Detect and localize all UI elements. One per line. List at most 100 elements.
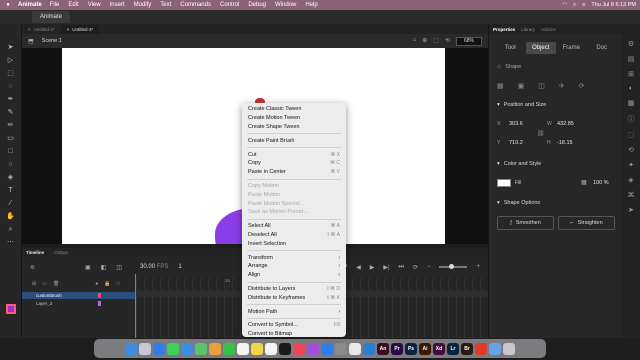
last-frame-icon[interactable]: ⏭ bbox=[399, 264, 404, 271]
menu-motion-path[interactable]: Motion Path › bbox=[242, 307, 346, 316]
app-store-icon[interactable] bbox=[321, 342, 333, 355]
scene-name[interactable]: Scene 1 bbox=[42, 38, 62, 44]
app-title-tab[interactable]: Animate bbox=[32, 11, 71, 23]
code-icon[interactable]: ⌘ bbox=[628, 191, 635, 199]
xd-icon[interactable]: Xd bbox=[433, 342, 445, 355]
safari-icon[interactable] bbox=[153, 342, 165, 355]
photoshop-icon[interactable]: Ps bbox=[405, 342, 417, 355]
menu-create-paint-brush[interactable]: Create Paint Brush bbox=[242, 136, 346, 145]
fill-alpha[interactable]: 100 % bbox=[593, 180, 609, 186]
lasso-tool-icon[interactable]: ◌ bbox=[6, 83, 16, 91]
illustrator-icon[interactable]: Ai bbox=[419, 342, 431, 355]
menu-transform[interactable]: Transform › bbox=[242, 253, 346, 262]
menu-text[interactable]: Text bbox=[160, 2, 171, 8]
layer-row[interactable]: custombrush bbox=[22, 292, 136, 299]
assets-icon[interactable]: ✦ bbox=[628, 161, 634, 169]
menu-control[interactable]: Control bbox=[220, 2, 239, 8]
oval-tool-icon[interactable]: ○ bbox=[6, 161, 16, 169]
selection-tool-icon[interactable]: ➤ bbox=[6, 44, 16, 52]
zoom-level-select[interactable]: 68% bbox=[456, 36, 482, 46]
photos-icon[interactable] bbox=[209, 342, 221, 355]
position-size-section[interactable]: ▾ Position and Size bbox=[497, 102, 546, 108]
bridge-icon[interactable]: Br bbox=[461, 342, 473, 355]
zoom-in-timeline-icon[interactable]: + bbox=[476, 264, 480, 270]
break-apart-icon[interactable]: ▦ bbox=[497, 82, 504, 90]
y-field[interactable]: 710.2 bbox=[509, 140, 523, 146]
brush-tool-icon[interactable]: ✎ bbox=[6, 109, 16, 117]
zoom-out-timeline-icon[interactable]: − bbox=[427, 264, 431, 270]
punch-icon[interactable]: ✈ bbox=[559, 82, 565, 90]
menu-insert[interactable]: Insert bbox=[110, 2, 125, 8]
shape-options-section[interactable]: ▾ Shape Options bbox=[497, 200, 540, 206]
menu-create-motion-tween[interactable]: Create Motion Tween bbox=[242, 114, 346, 123]
outline-icon[interactable]: □ bbox=[117, 281, 120, 287]
center-stage-icon[interactable]: ⊕ bbox=[422, 37, 427, 46]
color-icon[interactable]: ◐ bbox=[629, 85, 633, 92]
swatches-icon[interactable]: ▦ bbox=[628, 99, 635, 107]
finder-icon[interactable] bbox=[125, 342, 137, 355]
x-field[interactable]: 303.6 bbox=[509, 121, 523, 127]
pencil-tool-icon[interactable]: ✏ bbox=[6, 122, 16, 130]
text-tool-icon[interactable]: T bbox=[6, 187, 16, 195]
library-icon[interactable]: ▤ bbox=[628, 55, 635, 63]
notes-icon[interactable] bbox=[251, 342, 263, 355]
properties-icon[interactable]: ⚙ bbox=[628, 40, 634, 48]
lock-icon[interactable]: 🔒 bbox=[104, 281, 110, 287]
messages-icon[interactable] bbox=[167, 342, 179, 355]
doc-tab-untitled-3[interactable]: × Untitled-3* bbox=[60, 25, 100, 34]
rectangle-tool-icon[interactable]: □ bbox=[6, 148, 16, 156]
color-picker-icon[interactable]: ▦ bbox=[581, 179, 587, 186]
show-hide-icon[interactable]: ● bbox=[95, 281, 98, 287]
menu-convert-to-symbol[interactable]: Convert to Symbol... F8 bbox=[242, 321, 346, 330]
h-field[interactable]: -18.15 bbox=[557, 140, 573, 146]
menu-create-shape-tween[interactable]: Create Shape Tween bbox=[242, 123, 346, 132]
podcasts-icon[interactable] bbox=[307, 342, 319, 355]
apple-icon[interactable]: ● bbox=[4, 2, 12, 8]
new-layer-icon[interactable]: ⊞ bbox=[32, 281, 36, 287]
zoom-tool-icon[interactable]: ⌕ bbox=[6, 226, 16, 234]
subselection-tool-icon[interactable]: ▷ bbox=[6, 57, 16, 65]
trash-icon[interactable] bbox=[503, 342, 515, 355]
subtab-frame[interactable]: Frame bbox=[556, 42, 587, 54]
rotate-stage-icon[interactable]: ⟲ bbox=[445, 37, 450, 46]
frame-rate[interactable]: 30.00 FPS bbox=[140, 264, 168, 270]
menu-select-all[interactable]: Select All ⌘ A bbox=[242, 222, 346, 231]
layer-depth-icon[interactable]: ◧ bbox=[101, 264, 107, 271]
transform-icon[interactable]: ⬚ bbox=[628, 131, 635, 139]
lightroom-icon[interactable]: Lr bbox=[447, 342, 459, 355]
playhead[interactable] bbox=[135, 274, 136, 338]
color-style-section[interactable]: ▾ Color and Style bbox=[497, 161, 541, 167]
subtab-doc[interactable]: Doc bbox=[587, 42, 618, 54]
control-center-icon[interactable]: ≡ bbox=[582, 2, 585, 8]
subtab-tool[interactable]: Tool bbox=[495, 42, 526, 54]
menu-commands[interactable]: Commands bbox=[180, 2, 211, 8]
eraser-tool-icon[interactable]: ▭ bbox=[6, 135, 16, 143]
current-frame[interactable]: 1 bbox=[178, 264, 181, 270]
camera-layer-icon[interactable]: ▣ bbox=[85, 264, 91, 271]
facetime-icon[interactable] bbox=[223, 342, 235, 355]
close-icon[interactable]: × bbox=[67, 27, 70, 32]
menu-convert-to-bitmap[interactable]: Convert to Bitmap bbox=[242, 330, 346, 339]
menu-app-name[interactable]: Animate bbox=[18, 2, 42, 8]
menu-edit[interactable]: Edit bbox=[68, 2, 78, 8]
menu-paste-in-center[interactable]: Paste in Center ⌘ V bbox=[242, 168, 346, 177]
tv-icon[interactable] bbox=[279, 342, 291, 355]
premiere-icon[interactable]: Pr bbox=[391, 342, 403, 355]
more-tools-icon[interactable]: ⋯ bbox=[6, 239, 16, 247]
reminders-icon[interactable] bbox=[265, 342, 277, 355]
tab-timeline[interactable]: Timeline bbox=[26, 250, 44, 255]
downloads-icon[interactable] bbox=[489, 342, 501, 355]
camera-icon[interactable]: ⌂ bbox=[413, 37, 417, 46]
timeline-zoom-slider[interactable] bbox=[439, 264, 468, 269]
menu-create-classic-tween[interactable]: Create Classic Tween bbox=[242, 105, 346, 114]
menu-file[interactable]: File bbox=[50, 2, 60, 8]
step-forward-icon[interactable]: ▶| bbox=[383, 264, 389, 271]
wifi-icon[interactable]: ◠ bbox=[562, 2, 567, 8]
layer-color-swatch[interactable] bbox=[98, 293, 101, 298]
doc-tab-untitled-2[interactable]: × Untitled-2* bbox=[22, 25, 61, 34]
layer-stack-icon[interactable]: ≋ bbox=[30, 264, 35, 271]
animate-icon[interactable]: An bbox=[377, 342, 389, 355]
free-transform-tool-icon[interactable]: ⬚ bbox=[6, 70, 16, 78]
tab-actions[interactable]: Actions bbox=[541, 27, 556, 32]
pen-tool-icon[interactable]: ✒ bbox=[6, 96, 16, 104]
